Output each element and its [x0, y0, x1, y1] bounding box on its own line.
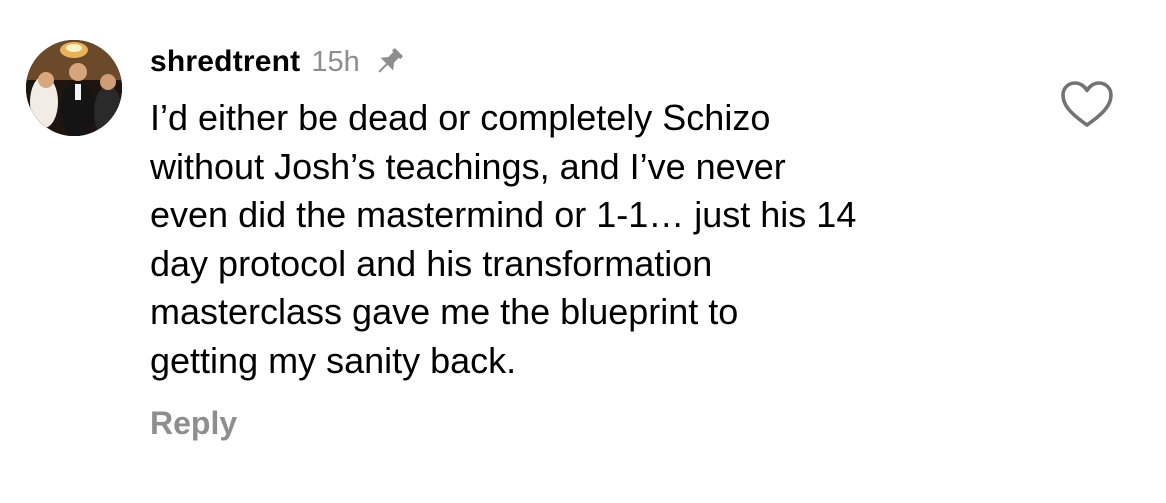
- timestamp[interactable]: 15h: [311, 46, 359, 79]
- pin-icon: [372, 45, 406, 79]
- comment: shredtrent 15h I’d either be dead or com…: [0, 0, 1166, 503]
- like-button[interactable]: [1060, 80, 1114, 130]
- comment-text: I’d either be dead or completely Schizo …: [150, 97, 857, 381]
- comment-header: shredtrent 15h: [150, 40, 406, 84]
- username[interactable]: shredtrent: [150, 45, 300, 79]
- avatar-photo: [26, 40, 122, 136]
- avatar[interactable]: [26, 40, 122, 136]
- heart-outline-icon: [1061, 81, 1113, 127]
- reply-button[interactable]: Reply: [150, 405, 237, 442]
